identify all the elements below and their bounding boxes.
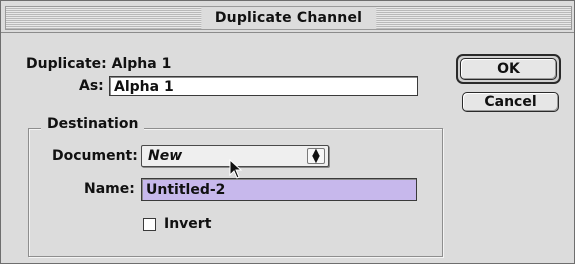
as-label: As:: [79, 78, 104, 94]
mouse-pointer-icon: [229, 159, 243, 179]
duplicate-row: Duplicate: Alpha 1: [26, 56, 171, 72]
duplicate-channel-dialog: Duplicate Channel Duplicate: Alpha 1 As:…: [0, 0, 575, 264]
title-divider: [1, 32, 574, 33]
dialog-title: Duplicate Channel: [200, 7, 377, 29]
destination-group-title: Destination: [41, 116, 145, 132]
name-input[interactable]: Untitled-2: [141, 178, 417, 201]
duplicate-label: Duplicate:: [26, 56, 107, 72]
document-label: Document:: [52, 148, 138, 164]
document-popup-value: New: [148, 148, 183, 164]
invert-checkbox[interactable]: [143, 218, 156, 231]
invert-label[interactable]: Invert: [164, 216, 211, 232]
cancel-button[interactable]: Cancel: [462, 92, 559, 112]
title-bar[interactable]: Duplicate Channel: [5, 6, 572, 30]
name-label: Name:: [84, 181, 135, 197]
as-input[interactable]: Alpha 1: [109, 76, 418, 96]
duplicate-channel-name: Alpha 1: [111, 56, 172, 72]
popup-arrows-icon: ▲ ▼: [307, 148, 325, 165]
ok-button[interactable]: OK: [460, 58, 557, 80]
